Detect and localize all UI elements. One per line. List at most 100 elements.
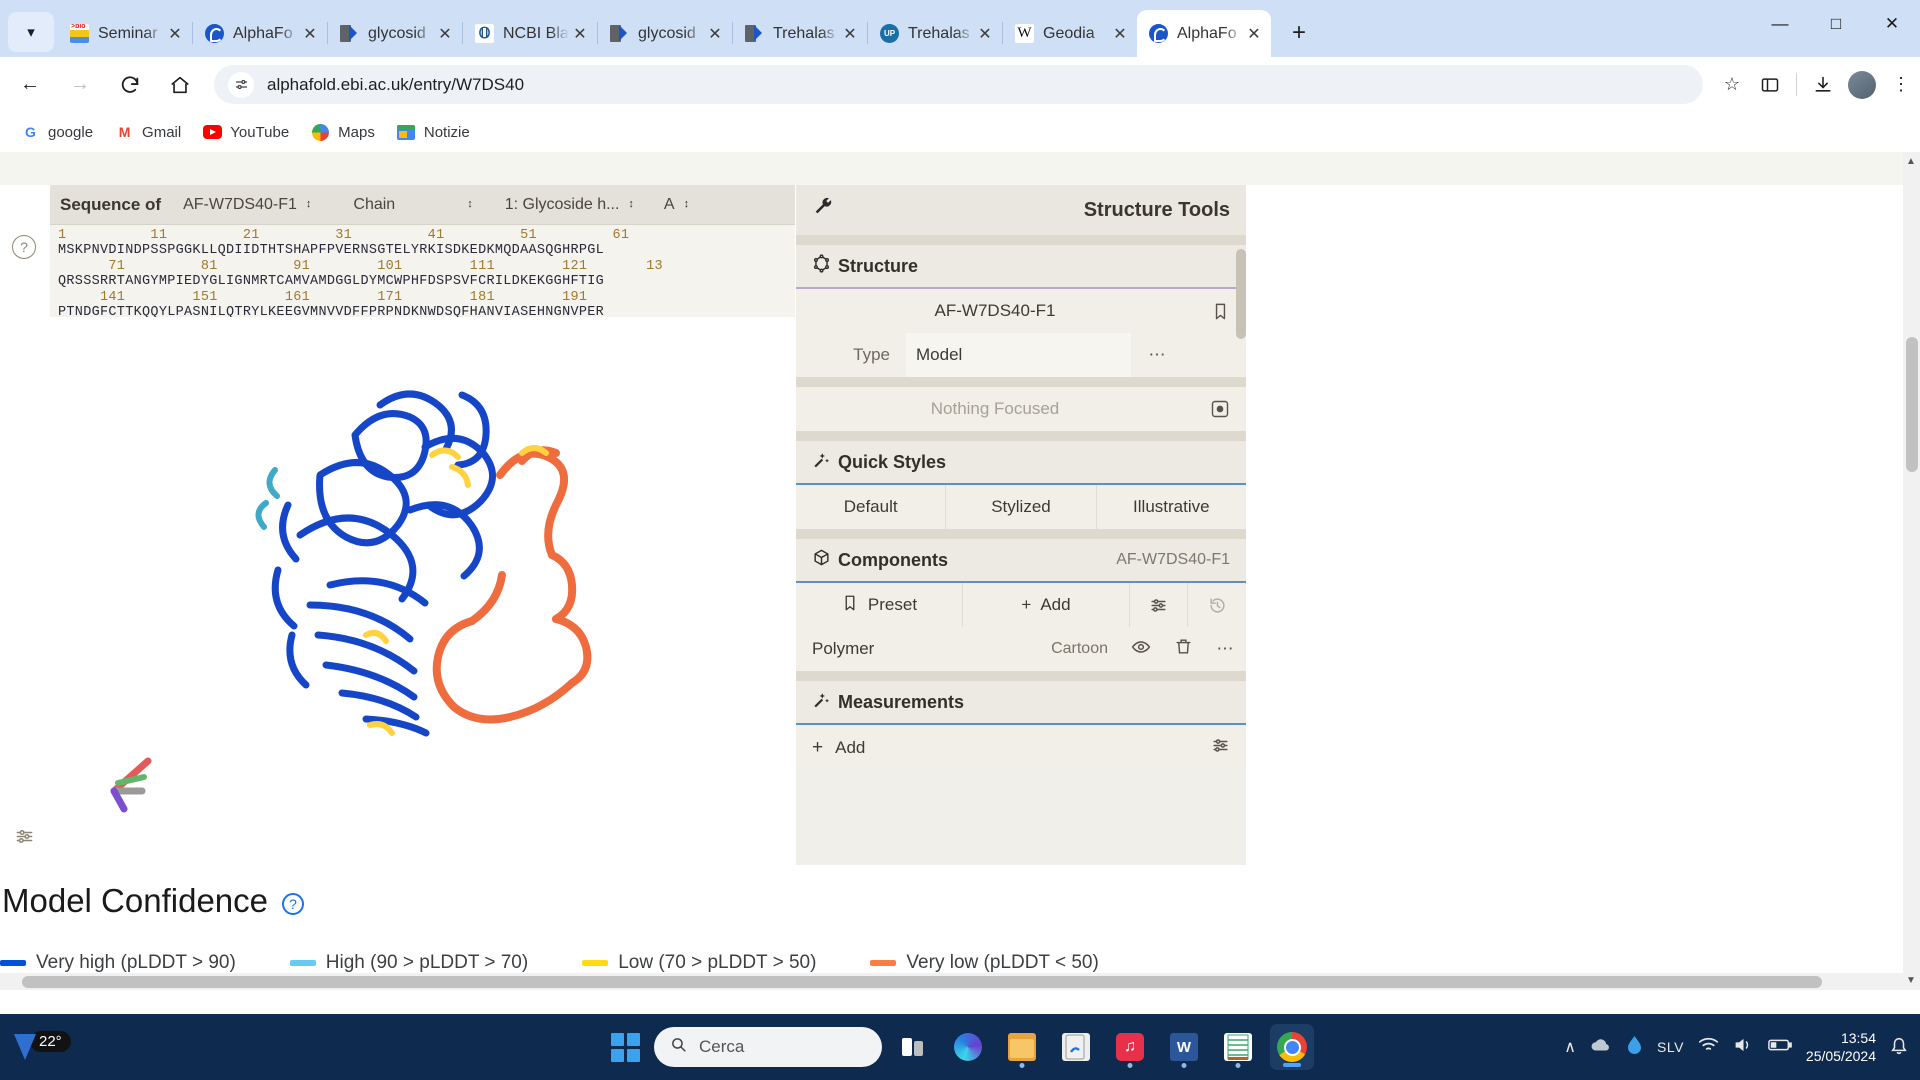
scroll-up-arrow[interactable]: ▲ [1905, 156, 1917, 167]
chain-select[interactable]: Chain ↕ [353, 196, 472, 214]
component-more-icon[interactable]: ⋯ [1204, 639, 1246, 659]
minimize-button[interactable]: — [1752, 0, 1808, 48]
structure-more-icon[interactable]: ⋯ [1131, 333, 1183, 377]
taskbar-search[interactable]: Cerca [654, 1027, 882, 1067]
browser-tab-active[interactable]: AlphaFo ✕ [1137, 10, 1271, 57]
quick-style-option[interactable]: Stylized [946, 485, 1097, 529]
help-icon[interactable]: ? [12, 235, 36, 259]
tab-close-button[interactable]: ✕ [569, 23, 591, 45]
wifi-icon[interactable] [1698, 1036, 1719, 1058]
type-value[interactable]: Model [906, 333, 1131, 377]
weather-tray-icon[interactable] [1626, 1035, 1643, 1060]
reload-button[interactable] [110, 65, 150, 105]
tab-search-button[interactable]: ▾ [8, 12, 54, 52]
weather-widget[interactable]: 22° [0, 1030, 180, 1062]
taskbar-clock[interactable]: 13:54 25/05/2024 [1806, 1029, 1876, 1065]
tab-close-button[interactable]: ✕ [299, 23, 321, 45]
task-view-button[interactable] [892, 1024, 936, 1070]
address-bar[interactable]: alphafold.ebi.ac.uk/entry/W7DS40 [214, 65, 1703, 104]
eye-icon[interactable] [1120, 637, 1162, 662]
horizontal-scrollbar[interactable] [0, 973, 1903, 990]
browser-tab[interactable]: AlphaFo ✕ [193, 10, 327, 57]
add-component-button[interactable]: + Add [963, 583, 1130, 627]
language-indicator[interactable]: SLV [1657, 1039, 1684, 1055]
extensions-icon[interactable] [1751, 66, 1789, 104]
section-components[interactable]: Components AF-W7DS40-F1 [796, 539, 1246, 583]
pdf-reader-button[interactable] [1054, 1024, 1098, 1070]
vertical-scroll-thumb[interactable] [1906, 337, 1918, 472]
forward-button[interactable]: → [60, 65, 100, 105]
tab-close-button[interactable]: ✕ [1243, 23, 1265, 45]
edge-button[interactable] [946, 1024, 990, 1070]
bookmark-item[interactable]: Maps [302, 118, 384, 146]
new-tab-button[interactable]: + [1281, 15, 1317, 51]
tab-close-button[interactable]: ✕ [434, 23, 456, 45]
viewer-settings-icon[interactable] [11, 823, 37, 849]
trash-icon[interactable] [1162, 637, 1204, 661]
help-icon[interactable]: ? [282, 893, 304, 915]
bookmark-item[interactable]: YouTube [194, 118, 298, 146]
quick-style-option[interactable]: Illustrative [1097, 485, 1246, 529]
onedrive-icon[interactable] [1590, 1036, 1612, 1059]
measurements-options-icon[interactable] [1194, 736, 1246, 760]
entry-select[interactable]: AF-W7DS40-F1 ↕ [183, 196, 311, 214]
chrome-menu-icon[interactable]: ⋮ [1882, 66, 1920, 104]
browser-tab[interactable]: glycosid ✕ [598, 10, 732, 57]
section-quick-styles[interactable]: Quick Styles [796, 441, 1246, 485]
battery-icon[interactable] [1768, 1038, 1792, 1057]
home-button[interactable] [160, 65, 200, 105]
site-settings-icon[interactable] [228, 71, 254, 98]
preset-button[interactable]: Preset [796, 583, 963, 627]
tab-close-button[interactable]: ✕ [704, 23, 726, 45]
bookmark-item[interactable]: M Gmail [106, 118, 190, 146]
browser-tab[interactable]: Trehalas ✕ [733, 10, 867, 57]
panel-scrollbar[interactable] [1236, 249, 1246, 339]
tray-expand-icon[interactable]: ∧ [1564, 1037, 1576, 1057]
scroll-down-arrow[interactable]: ▼ [1905, 975, 1917, 986]
start-button[interactable] [606, 1028, 644, 1066]
section-structure[interactable]: Structure [796, 245, 1246, 289]
downloads-icon[interactable] [1804, 66, 1842, 104]
windows-icon [610, 1032, 640, 1062]
component-options-icon[interactable] [1130, 583, 1188, 627]
close-window-button[interactable]: ✕ [1864, 0, 1920, 48]
browser-tab[interactable]: W Geodia ✕ [1003, 10, 1137, 57]
chrome-button[interactable] [1270, 1024, 1314, 1070]
focus-target-icon[interactable] [1194, 387, 1246, 431]
browser-tab[interactable]: >bio Seminar ✕ [58, 10, 192, 57]
volume-icon[interactable] [1733, 1036, 1754, 1059]
panel-title: Structure Tools [1083, 198, 1230, 221]
notification-bell-icon[interactable] [1890, 1035, 1908, 1060]
browser-tab[interactable]: glycosid ✕ [328, 10, 462, 57]
model-confidence-header: Model Confidence ? [0, 882, 1920, 920]
excel-button[interactable] [1216, 1024, 1260, 1070]
quick-style-option[interactable]: Default [796, 485, 947, 529]
tab-close-button[interactable]: ✕ [164, 23, 186, 45]
word-button[interactable]: W [1162, 1024, 1206, 1070]
chain-id-select[interactable]: A ↕ [664, 196, 689, 214]
music-button[interactable]: ♫ [1108, 1024, 1152, 1070]
browser-tab[interactable]: UP Trehalas ✕ [868, 10, 1002, 57]
bookmark-item[interactable]: Notizie [388, 118, 479, 146]
bookmark-star-icon[interactable]: ☆ [1713, 66, 1751, 104]
back-button[interactable]: ← [10, 65, 50, 105]
tab-title: Seminar [98, 24, 158, 42]
browser-tab[interactable]: 𝕆 NCBI Bla ✕ [463, 10, 597, 57]
horizontal-scroll-thumb[interactable] [22, 976, 1822, 988]
tab-close-button[interactable]: ✕ [1109, 23, 1131, 45]
profile-avatar[interactable] [1848, 70, 1876, 99]
measurements-add-row[interactable]: + Add [796, 725, 1246, 771]
tab-close-button[interactable]: ✕ [974, 23, 996, 45]
component-row-polymer[interactable]: Polymer Cartoon ⋯ [796, 627, 1246, 671]
legend-swatch [870, 960, 897, 966]
maximize-button[interactable]: □ [1808, 0, 1864, 48]
vertical-scrollbar[interactable]: ▲ ▼ [1903, 152, 1920, 990]
bookmark-item[interactable]: Ggoogle [12, 118, 102, 146]
entity-select[interactable]: 1: Glycoside h... ↕ [505, 196, 634, 214]
legend-label: Low (70 > pLDDT > 50) [618, 952, 817, 973]
file-explorer-button[interactable] [1000, 1024, 1044, 1070]
section-measurements[interactable]: Measurements [796, 681, 1246, 725]
component-history-icon[interactable] [1188, 583, 1246, 627]
tab-close-button[interactable]: ✕ [839, 23, 861, 45]
tab-title: AlphaFo [233, 24, 293, 42]
